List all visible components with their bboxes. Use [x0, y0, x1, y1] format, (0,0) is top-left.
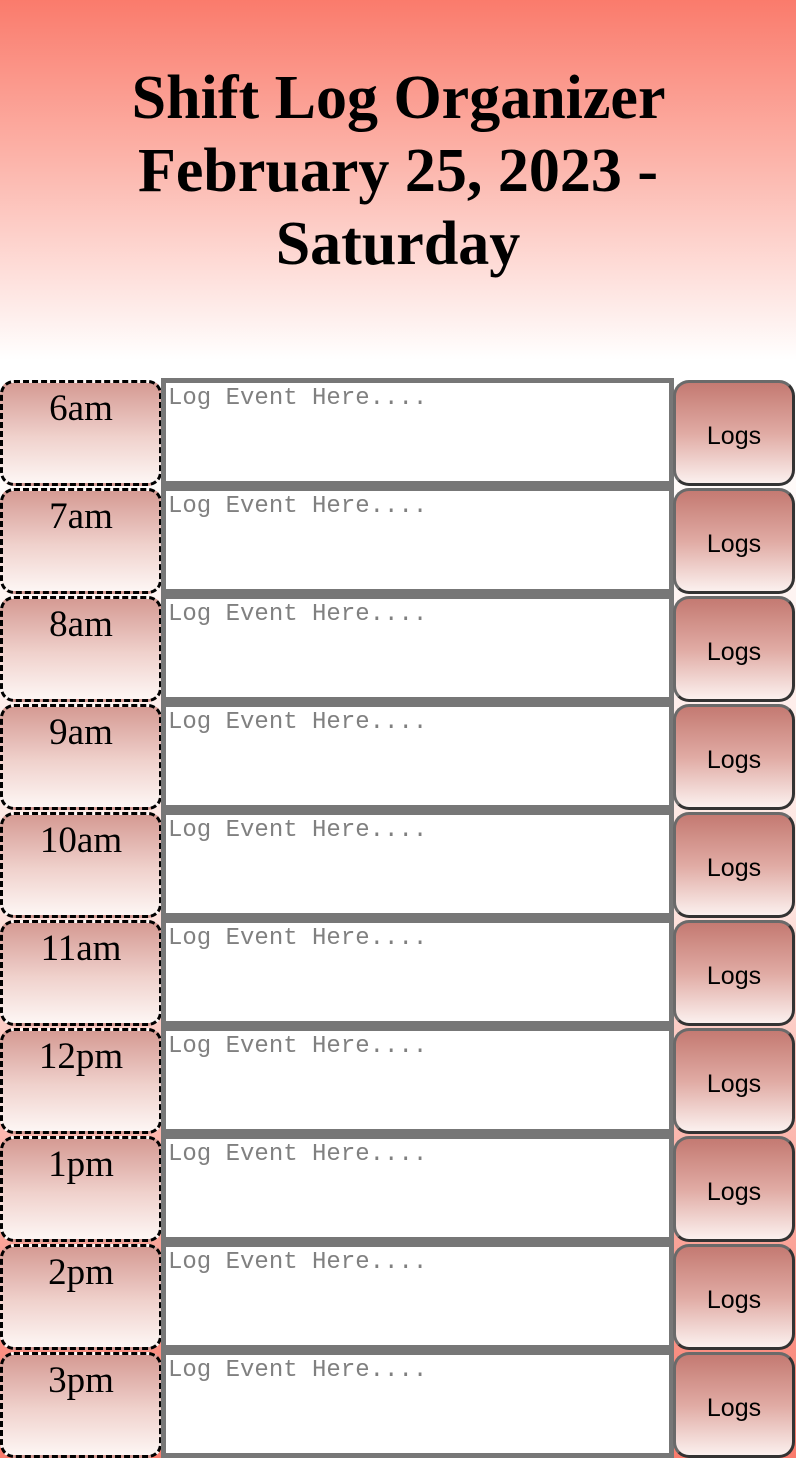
logs-button[interactable]: Logs	[673, 1028, 795, 1134]
time-block-row: 3pm Logs	[0, 1350, 796, 1458]
hour-label: 9am	[0, 704, 162, 810]
time-block-row: 6am Logs	[0, 378, 796, 486]
log-event-input[interactable]	[161, 810, 674, 918]
log-event-input[interactable]	[161, 378, 674, 486]
page-title: Shift Log Organizer February 25, 2023 - …	[98, 62, 698, 281]
logs-button[interactable]: Logs	[673, 380, 795, 486]
logs-button[interactable]: Logs	[673, 1244, 795, 1350]
hour-label: 6am	[0, 380, 162, 486]
hour-label: 10am	[0, 812, 162, 918]
time-block-row: 10am Logs	[0, 810, 796, 918]
time-block-row: 8am Logs	[0, 594, 796, 702]
logs-button[interactable]: Logs	[673, 920, 795, 1026]
log-event-input[interactable]	[161, 1242, 674, 1350]
hour-label: 7am	[0, 488, 162, 594]
logs-button[interactable]: Logs	[673, 1136, 795, 1242]
log-event-input[interactable]	[161, 702, 674, 810]
current-date: February 25, 2023 - Saturday	[137, 137, 659, 278]
logs-button[interactable]: Logs	[673, 596, 795, 702]
app-title: Shift Log Organizer	[131, 64, 665, 132]
log-event-input[interactable]	[161, 1350, 674, 1458]
time-block-row: 12pm Logs	[0, 1026, 796, 1134]
logs-button[interactable]: Logs	[673, 488, 795, 594]
hour-label: 12pm	[0, 1028, 162, 1134]
time-block-row: 11am Logs	[0, 918, 796, 1026]
hour-label: 3pm	[0, 1352, 162, 1458]
hour-label: 11am	[0, 920, 162, 1026]
schedule: 6am Logs 7am Logs 8am Logs 9am Logs 10am…	[0, 378, 796, 1458]
hour-label: 2pm	[0, 1244, 162, 1350]
hour-label: 1pm	[0, 1136, 162, 1242]
time-block-row: 9am Logs	[0, 702, 796, 810]
logs-button[interactable]: Logs	[673, 1352, 795, 1458]
time-block-row: 7am Logs	[0, 486, 796, 594]
logs-button[interactable]: Logs	[673, 704, 795, 810]
page-header: Shift Log Organizer February 25, 2023 - …	[0, 0, 796, 378]
log-event-input[interactable]	[161, 1134, 674, 1242]
log-event-input[interactable]	[161, 1026, 674, 1134]
log-event-input[interactable]	[161, 918, 674, 1026]
time-block-row: 2pm Logs	[0, 1242, 796, 1350]
log-event-input[interactable]	[161, 486, 674, 594]
logs-button[interactable]: Logs	[673, 812, 795, 918]
hour-label: 8am	[0, 596, 162, 702]
time-block-row: 1pm Logs	[0, 1134, 796, 1242]
log-event-input[interactable]	[161, 594, 674, 702]
